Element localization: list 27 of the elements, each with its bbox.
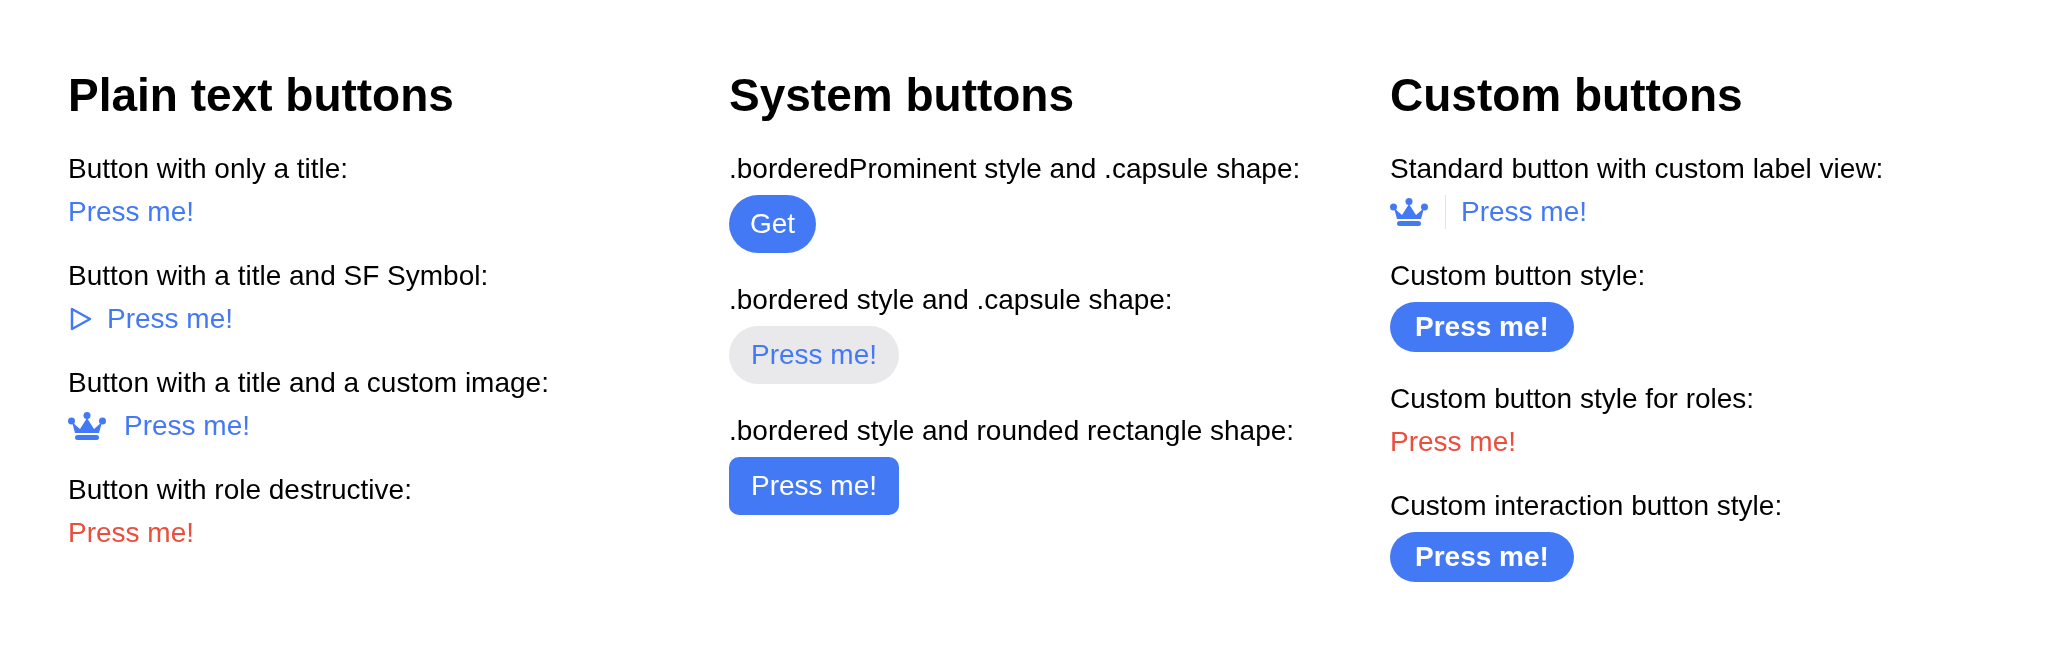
button-description: Button with role destructive: (68, 473, 412, 507)
crown-icon (68, 412, 106, 440)
text-button[interactable]: Press me! (68, 195, 195, 229)
button-description: .borderedProminent style and .capsule shape: (729, 152, 1301, 186)
button-description: Custom interaction button style: (1390, 489, 1783, 523)
button-description: Custom button style for roles: (1390, 382, 1755, 416)
section-heading: Custom buttons (1390, 72, 1743, 118)
button-description: Button with only a title: (68, 152, 349, 186)
rounded-button[interactable]: Press me! (729, 457, 900, 515)
section-heading: Plain text buttons (68, 72, 454, 118)
crown-icon (1390, 198, 1428, 226)
button-description: Button with a title and SF Symbol: (68, 259, 489, 293)
capsule-button[interactable]: Press me! (729, 326, 900, 384)
button-description: .bordered style and .capsule shape: (729, 283, 1173, 317)
button-description: .bordered style and rounded rectangle shape: (729, 414, 1295, 448)
text-button[interactable]: Press me! (1390, 195, 1588, 229)
text-button[interactable]: Press me! (68, 409, 251, 443)
button-description: Standard button with custom label view: (1390, 152, 1884, 186)
play-icon (70, 307, 92, 331)
capsule-button[interactable]: Get (729, 195, 817, 253)
capsule-button[interactable]: Press me! (1390, 532, 1574, 582)
text-button[interactable]: Press me! (68, 302, 234, 336)
button-description: Button with a title and a custom image: (68, 366, 549, 400)
capsule-button[interactable]: Press me! (1390, 302, 1574, 352)
text-button[interactable]: Press me! (68, 516, 195, 550)
text-button[interactable]: Press me! (1390, 425, 1517, 459)
button-description: Custom button style: (1390, 259, 1646, 293)
